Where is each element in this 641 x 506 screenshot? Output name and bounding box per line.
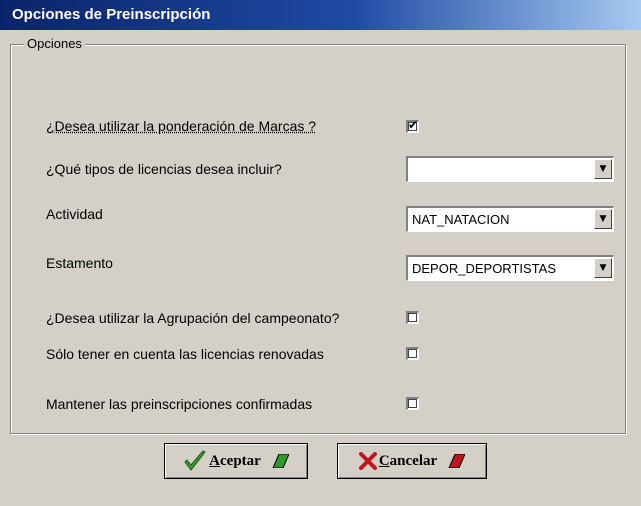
renovadas-label: Sólo tener en cuenta las licencias renov… [46, 346, 324, 362]
agrupacion-label: ¿Desea utilizar la Agrupación del campeo… [46, 310, 340, 326]
options-group [10, 44, 626, 434]
estamento-label: Estamento [46, 255, 113, 271]
accept-button[interactable]: Aceptar [164, 443, 308, 479]
triangle-down-icon[interactable]: ▼ [594, 159, 612, 179]
mantener-checkbox[interactable] [406, 397, 419, 410]
agrupacion-checkbox[interactable] [406, 311, 419, 324]
estamento-value: DEPOR_DEPORTISTAS [412, 261, 556, 276]
accept-slash-icon [272, 454, 289, 468]
cancel-label: Cancelar [378, 452, 438, 469]
cancel-slash-icon [448, 454, 466, 468]
actividad-combo[interactable]: NAT_NATACION ▼ [406, 206, 614, 232]
licencias-combo[interactable]: ▼ [406, 156, 614, 182]
renovadas-checkbox[interactable] [406, 347, 419, 360]
triangle-down-icon[interactable]: ▼ [594, 258, 612, 278]
window-title: Opciones de Preinscripción [0, 0, 641, 30]
actividad-value: NAT_NATACION [412, 212, 510, 227]
ponderacion-label: ¿Desea utilizar la ponderación de Marcas… [46, 118, 317, 134]
mantener-label: Mantener las preinscripciones confirmada… [46, 396, 313, 412]
licencias-label: ¿Qué tipos de licencias desea incluir? [46, 161, 282, 177]
ponderacion-checkbox[interactable] [406, 118, 419, 133]
estamento-combo[interactable]: DEPOR_DEPORTISTAS ▼ [406, 255, 614, 281]
triangle-down-icon[interactable]: ▼ [594, 209, 612, 229]
x-icon [358, 452, 377, 470]
group-caption: Opciones [24, 36, 85, 51]
cancel-button[interactable]: Cancelar [337, 443, 487, 479]
checkmark-icon [184, 450, 206, 471]
accept-label: Aceptar [209, 452, 261, 469]
actividad-label: Actividad [46, 206, 103, 222]
